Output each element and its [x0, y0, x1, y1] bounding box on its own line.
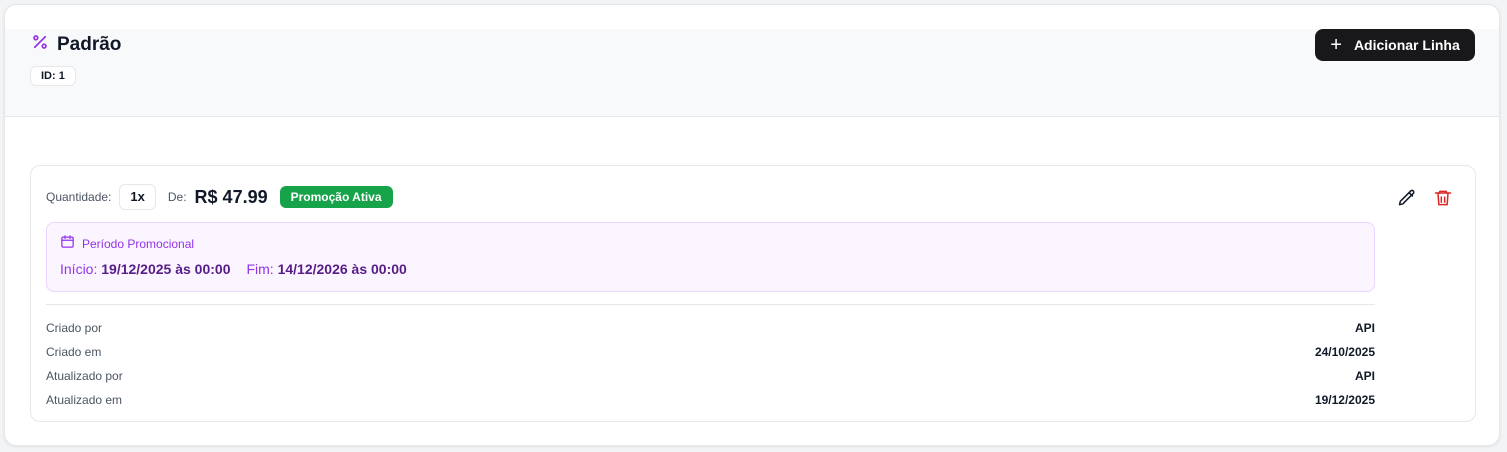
price-table-card: Padrão ID: 1 + Adicionar Linha Quantidad… [4, 4, 1500, 446]
meta-value: 24/10/2025 [1314, 345, 1375, 359]
quantity-price-row: Quantidade: 1x De: R$ 47.99 Promoção Ati… [46, 184, 393, 210]
meta-row-created-at: Criado em 24/10/2025 [46, 340, 1375, 364]
add-line-button-label: Adicionar Linha [1353, 37, 1460, 53]
promo-end: Fim: 14/12/2026 às 00:00 [246, 261, 406, 277]
card-header: Padrão ID: 1 + Adicionar Linha [5, 29, 1499, 117]
promo-dates: Início: 19/12/2025 às 00:00 Fim: 14/12/2… [60, 261, 407, 277]
meta-value: 19/12/2025 [1314, 393, 1375, 407]
meta-value: API [1354, 369, 1375, 383]
audit-meta: Criado por API Criado em 24/10/2025 Atua… [46, 316, 1375, 412]
meta-row-updated-by: Atualizado por API [46, 364, 1375, 388]
plus-icon: + [1330, 34, 1342, 56]
promo-end-value: 14/12/2026 às 00:00 [277, 261, 407, 277]
promo-start: Início: 19/12/2025 às 00:00 [60, 261, 230, 277]
trash-icon[interactable] [1433, 188, 1453, 208]
quantity-value: 1x [119, 184, 156, 210]
price-line-card: Quantidade: 1x De: R$ 47.99 Promoção Ati… [30, 165, 1476, 422]
meta-label: Atualizado em [46, 393, 123, 407]
meta-label: Criado em [46, 345, 102, 359]
promo-end-label: Fim: [246, 261, 274, 277]
meta-label: Criado por [46, 321, 103, 335]
divider [46, 304, 1375, 305]
promo-title-row: Período Promocional [60, 234, 194, 254]
meta-row-created-by: Criado por API [46, 316, 1375, 340]
meta-value: API [1354, 321, 1375, 335]
de-label: De: [167, 190, 187, 204]
promo-period-box: Período Promocional Início: 19/12/2025 à… [46, 222, 1375, 292]
meta-label: Atualizado por [46, 369, 123, 383]
promo-start-label: Início: [60, 261, 98, 277]
meta-row-updated-at: Atualizado em 19/12/2025 [46, 388, 1375, 412]
promo-start-value: 19/12/2025 às 00:00 [101, 261, 231, 277]
pencil-icon[interactable] [1397, 188, 1417, 208]
percent-icon [31, 33, 49, 56]
title-row: Padrão [31, 33, 121, 56]
id-badge: ID: 1 [30, 66, 76, 86]
price-value: R$ 47.99 [194, 186, 268, 207]
page-title: Padrão [57, 33, 122, 55]
promo-period-title: Período Promocional [82, 237, 195, 251]
add-line-button[interactable]: + Adicionar Linha [1315, 29, 1475, 61]
quantity-label: Quantidade: [46, 190, 112, 204]
status-badge: Promoção Ativa [279, 186, 393, 208]
calendar-icon [60, 234, 75, 254]
